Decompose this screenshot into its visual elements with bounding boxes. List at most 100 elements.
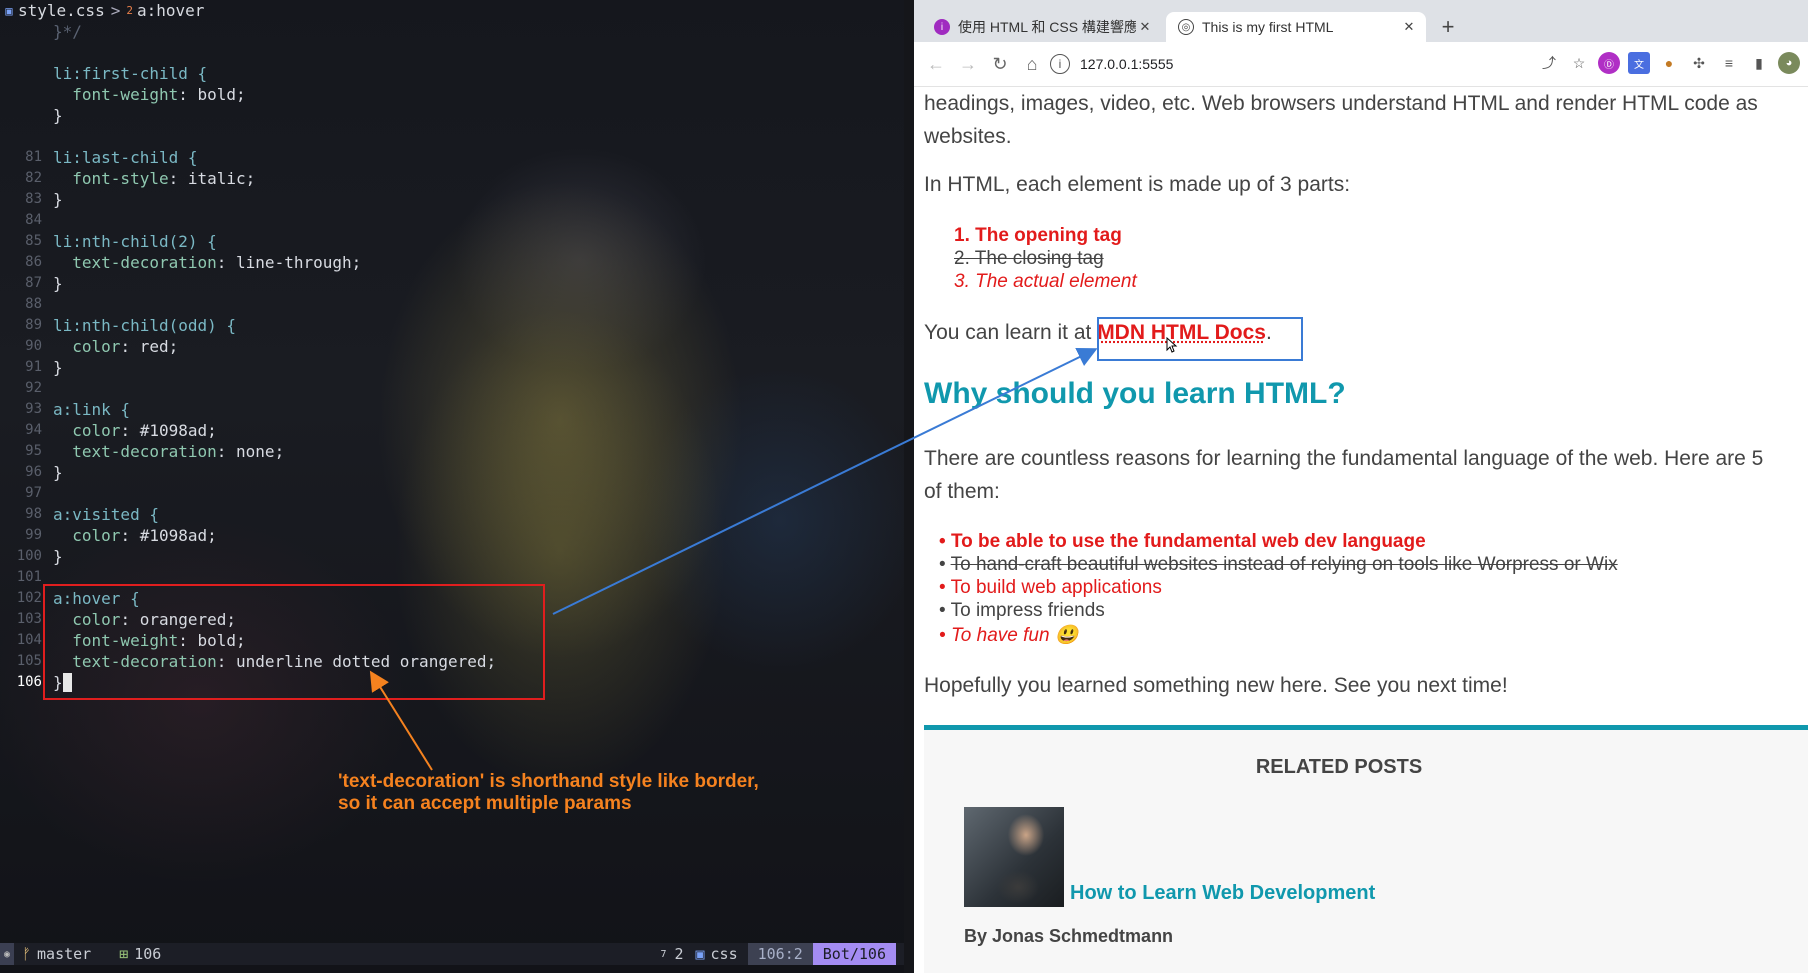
extensions-puzzle-icon[interactable]: ✣ [1688,52,1710,74]
post-thumbnail[interactable] [964,807,1064,907]
related-posts-section: RELATED POSTS How to Learn Web Developme… [924,730,1808,973]
line-number: 101 [16,569,42,585]
list-item: • To hand-craft beautiful websites inste… [939,554,1618,575]
home-icon[interactable]: ⌂ [1016,54,1048,75]
line-number: 84 [25,212,42,228]
code-line[interactable]: 81 li:last-child { [0,147,904,168]
tab-inactive[interactable]: i 使用 HTML 和 CSS 構建響應 ✕ [922,12,1162,42]
line-number: 96 [25,464,42,480]
hover-rule-highlight-box [43,584,545,700]
tab-active[interactable]: ◎ This is my first HTML ✕ [1166,12,1426,42]
site-favicon-icon: i [934,19,950,35]
line-text: } [53,274,63,293]
code-line[interactable]: 87} [0,273,904,294]
lines-icon: ⊞ [119,945,129,963]
code-line[interactable]: 88 [0,294,904,315]
code-line[interactable] [0,42,904,63]
line-number: 99 [25,527,42,543]
line-text: color: red; [53,337,179,356]
new-tab-plus-icon[interactable]: + [1434,14,1462,42]
extension-purple-icon[interactable]: Ⓓ [1598,52,1620,74]
code-line[interactable]: 100} [0,546,904,567]
reading-list-icon[interactable]: ≡ [1718,52,1740,74]
line-number: 104 [16,632,42,648]
line-number: 100 [16,548,42,564]
code-line[interactable]: 95 text-decoration: none; [0,441,904,462]
code-line[interactable]: 97 [0,483,904,504]
code-line[interactable]: 94 color: #1098ad; [0,420,904,441]
list-item: • To be able to use the fundamental web … [939,531,1426,552]
intro-paragraph-line1: headings, images, video, etc. Web browse… [924,92,1758,115]
code-line[interactable] [0,126,904,147]
outro-paragraph: Hopefully you learned something new here… [924,674,1508,697]
tab-title: This is my first HTML [1202,19,1334,35]
code-line[interactable]: 83} [0,189,904,210]
code-line[interactable]: 90 color: red; [0,336,904,357]
line-text: li:nth-child(2) { [53,232,217,251]
reasons-intro-line1: There are countless reasons for learning… [924,447,1764,470]
status-sup: 7 [660,948,667,960]
post-title-link[interactable]: How to Learn Web Development [1070,882,1375,905]
code-line[interactable]: 92 [0,378,904,399]
tab-close-icon[interactable]: ✕ [1136,19,1154,35]
code-line[interactable]: li:first-child { [0,63,904,84]
line-text: color: #1098ad; [53,421,217,440]
share-icon[interactable]: ⤴ [1538,52,1560,74]
address-bar[interactable]: i 127.0.0.1:5555 [1050,48,1450,80]
line-text: li:first-child { [53,64,208,83]
web-page-content: headings, images, video, etc. Web browse… [914,87,1808,973]
list-item: • To build web applications [939,577,1162,598]
code-line[interactable]: 84 [0,210,904,231]
line-number: 85 [25,233,42,249]
css-file-icon: ▣ [5,3,13,18]
code-line[interactable]: } [0,105,904,126]
cookie-extension-icon[interactable]: ● [1658,52,1680,74]
reload-icon[interactable]: ↻ [984,54,1016,75]
tab-close-icon[interactable]: ✕ [1400,19,1418,35]
status-line: ◉ ᚠ master ⊞ 106 7 2 ▣ css 106:2 Bot/106 [0,943,904,965]
code-line[interactable]: 98 a:visited { [0,504,904,525]
line-text: text-decoration: none; [53,442,285,461]
line-text: font-weight: bold; [53,85,246,104]
line-text: } [53,547,63,566]
line-text: font-style: italic; [53,169,256,188]
code-line[interactable]: 91} [0,357,904,378]
line-number: 97 [25,485,42,501]
breadcrumb-selector[interactable]: a:hover [137,1,204,20]
link-highlight-box [1097,317,1303,361]
code-line[interactable]: 93 a:link { [0,399,904,420]
split-divider[interactable] [904,0,914,973]
mode-indicator: ◉ [0,943,14,965]
code-editor[interactable]: ▣ style.css > 2 a:hover }*/ li:first-chil… [0,0,904,973]
line-text: text-decoration: line-through; [53,253,362,272]
line-number: 94 [25,422,42,438]
bookmark-star-icon[interactable]: ☆ [1568,52,1590,74]
code-line[interactable]: 85 li:nth-child(2) { [0,231,904,252]
line-text: a:visited { [53,505,159,524]
forward-arrow-icon[interactable]: → [952,54,984,75]
intro-paragraph-line2: websites. [924,125,1012,148]
local-server-favicon-icon: ◎ [1178,19,1194,35]
translate-extension-icon[interactable]: 文 [1628,52,1650,74]
site-info-icon[interactable]: i [1050,54,1070,74]
code-line[interactable]: font-weight: bold; [0,84,904,105]
list-item: 3. The actual element [954,271,1137,292]
line-text: a:link { [53,400,131,419]
code-line[interactable]: 89 li:nth-child(odd) { [0,315,904,336]
code-line[interactable]: 96} [0,462,904,483]
line-number: 95 [25,443,42,459]
breadcrumb-file[interactable]: style.css [18,1,105,20]
code-line[interactable]: }*/ [0,21,904,42]
code-line[interactable]: 99 color: #1098ad; [0,525,904,546]
side-panel-icon[interactable]: ▮ [1748,52,1770,74]
browser-window: i 使用 HTML 和 CSS 構建響應 ✕ ◎ This is my firs… [914,0,1808,973]
line-number: 93 [25,401,42,417]
code-line[interactable]: 86 text-decoration: line-through; [0,252,904,273]
cursor-position: 106:2 [747,943,813,965]
line-text: li:last-child { [53,148,198,167]
url-text[interactable]: 127.0.0.1:5555 [1080,56,1173,72]
line-number: 98 [25,506,42,522]
back-arrow-icon[interactable]: ← [920,54,952,75]
profile-avatar[interactable]: ◕ [1778,52,1800,74]
code-line[interactable]: 82 font-style: italic; [0,168,904,189]
